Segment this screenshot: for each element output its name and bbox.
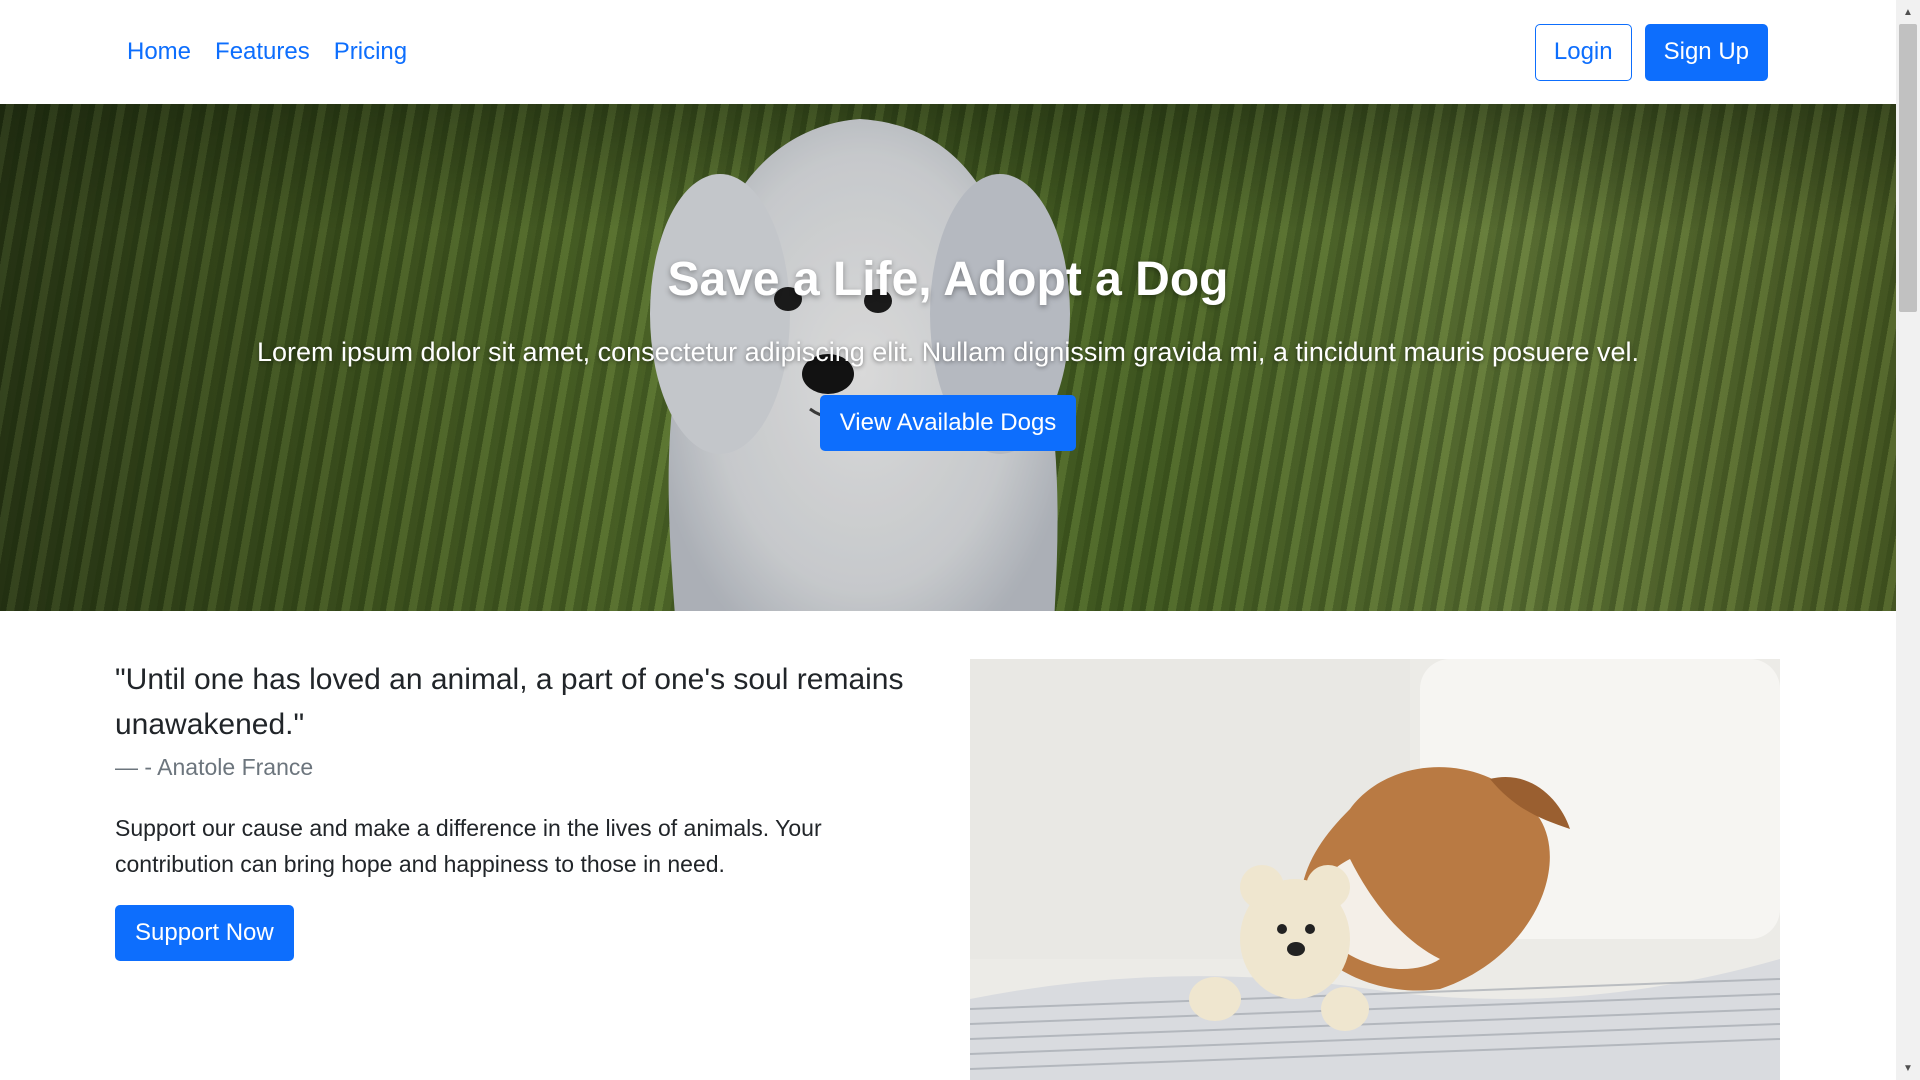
nav-link-home[interactable]: Home (115, 30, 203, 74)
support-now-button[interactable]: Support Now (115, 905, 294, 961)
sleeping-dog-illustration (970, 659, 1780, 1080)
support-section: "Until one has loved an animal, a part o… (0, 611, 1896, 1080)
nav-link-pricing[interactable]: Pricing (322, 30, 419, 74)
support-text: Support our cause and make a difference … (115, 815, 822, 877)
nav-actions: Login Sign Up (1534, 23, 1768, 81)
quote-author: — - Anatole France (115, 754, 314, 780)
signup-button[interactable]: Sign Up (1644, 23, 1768, 81)
navbar: Home Features Pricing Login Sign Up (0, 0, 1896, 104)
hero-text: Lorem ipsum dolor sit amet, consectetur … (256, 337, 1640, 367)
hero-title: Save a Life, Adopt a Dog (667, 253, 1229, 306)
sleeping-dog-image (970, 659, 1780, 1080)
hero-content: Save a Life, Adopt a Dog Lorem ipsum dol… (0, 104, 1896, 611)
login-button[interactable]: Login (1534, 23, 1632, 81)
scroll-thumb[interactable] (1899, 24, 1917, 312)
view-dogs-button[interactable]: View Available Dogs (819, 395, 1077, 451)
nav-link-features[interactable]: Features (203, 30, 322, 74)
vertical-scrollbar[interactable]: ▲ ▼ (1896, 0, 1920, 1080)
nav-links: Home Features Pricing (115, 30, 419, 74)
quote-text: "Until one has loved an animal, a part o… (115, 663, 904, 741)
scroll-up-arrow-icon[interactable]: ▲ (1896, 2, 1920, 22)
scroll-down-arrow-icon[interactable]: ▼ (1896, 1058, 1920, 1078)
hero-banner: Save a Life, Adopt a Dog Lorem ipsum dol… (0, 104, 1896, 611)
